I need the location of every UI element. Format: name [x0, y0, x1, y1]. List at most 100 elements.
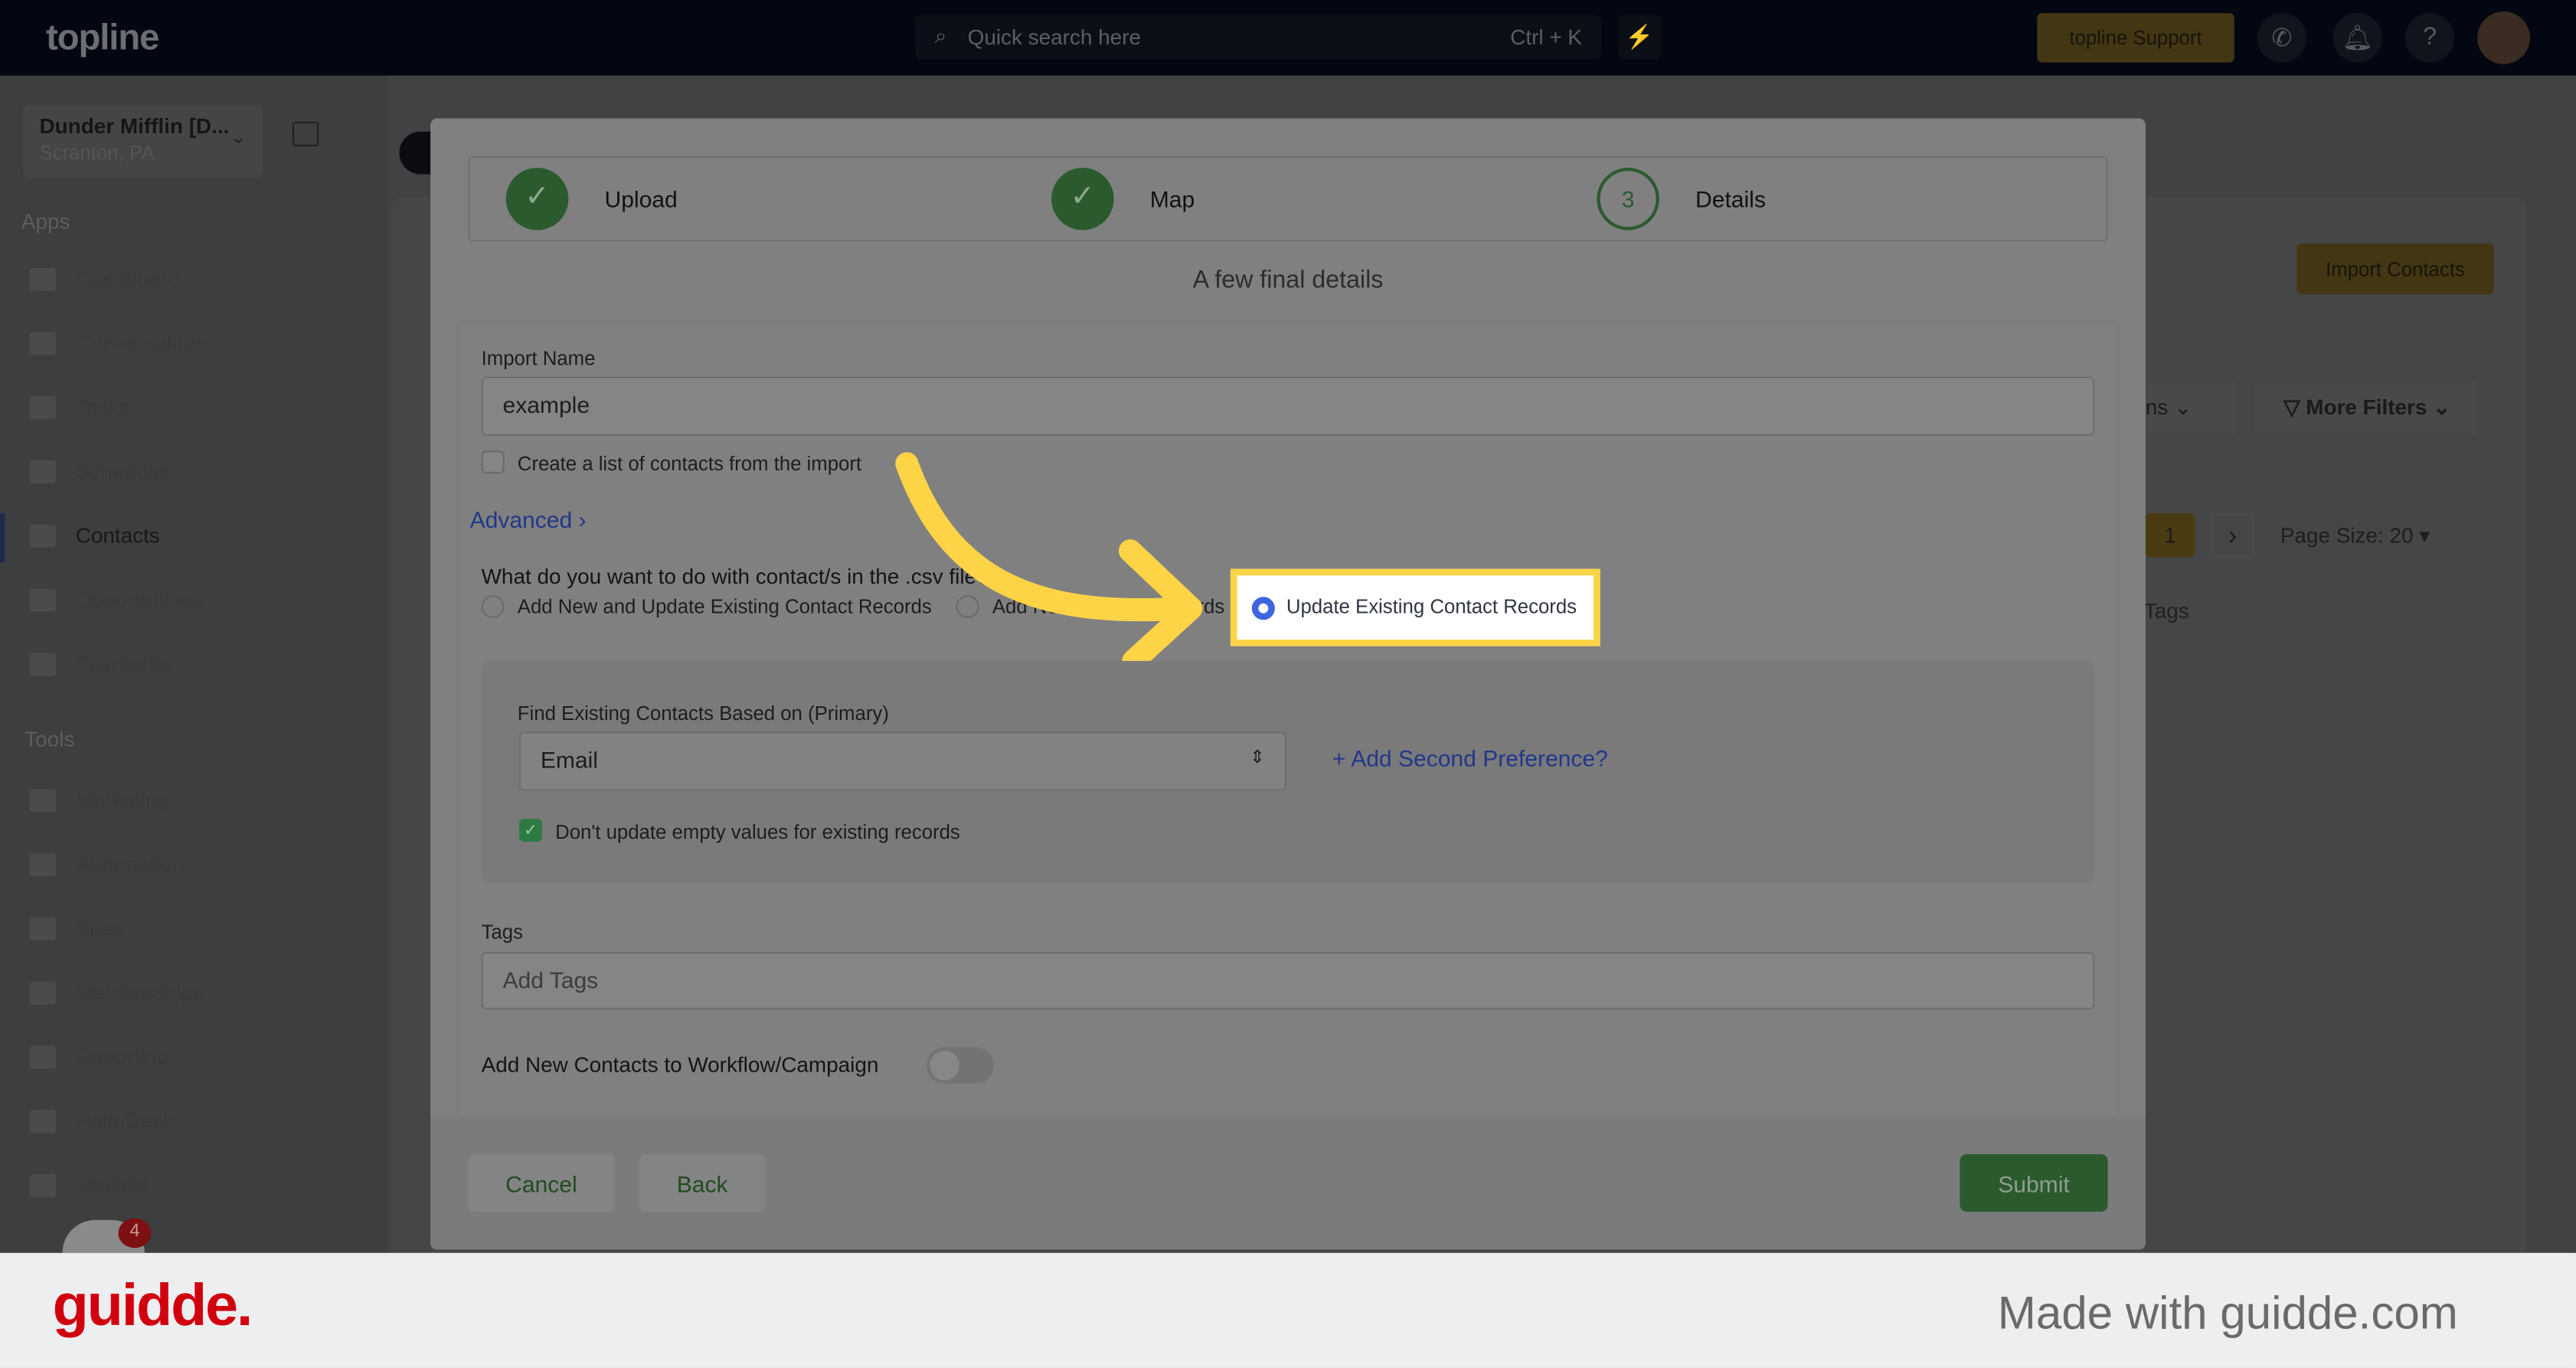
sidebar-item-conversations[interactable]: Conversations [29, 330, 212, 355]
sidebar-item-tasks[interactable]: Tasks [29, 394, 130, 420]
sidebar-item-mailfold[interactable]: Mailfold [29, 1172, 149, 1197]
sidebar-item-label: Conversations [75, 330, 212, 355]
sidebar-item-contacts[interactable]: Contacts [29, 522, 160, 548]
mailfold-icon [29, 1173, 56, 1196]
advanced-label: Advanced [469, 506, 573, 533]
sidebar-item-label: Payments [75, 651, 171, 676]
sidebar-item-reporting[interactable]: Reporting [29, 1044, 168, 1069]
search-icon: ⌕ [934, 23, 947, 48]
sidebar-item-label: Marketing [75, 787, 170, 813]
sidebar-item-marketing[interactable]: Marketing [29, 787, 170, 813]
import-name-label: Import Name [481, 346, 596, 370]
payments-icon [29, 652, 56, 676]
page-size-label: Page Size: 20 [2280, 522, 2414, 548]
workflow-toggle[interactable] [927, 1047, 994, 1084]
sidebar-item-scheduler[interactable]: Scheduler [29, 458, 172, 484]
radio-update-existing[interactable]: Update Existing Contact Records [1230, 568, 1600, 646]
search-shortcut: Ctrl + K [1510, 25, 1583, 50]
sidebar-item-label: Tasks [75, 394, 130, 420]
sites-icon [29, 916, 56, 940]
search-placeholder: Quick search here [967, 25, 1141, 50]
sidebar-item-label: Sites [75, 915, 123, 941]
find-existing-select[interactable]: Email ⇕ [518, 731, 1286, 791]
add-second-label: Add Second Preference? [1351, 745, 1608, 771]
find-existing-value: Email [540, 746, 598, 773]
chevron-down-icon[interactable]: ⌄ [230, 125, 247, 148]
contacts-icon [29, 523, 56, 547]
chevron-right-icon: › [578, 506, 587, 533]
app-logo[interactable]: topline [46, 16, 159, 59]
check-icon: ✓ [1051, 167, 1114, 231]
step-upload: Upload [604, 185, 678, 212]
page-size-select[interactable]: Page Size: 20 ▾ [2280, 523, 2430, 549]
org-location: Scranton, PA [39, 141, 155, 165]
cancel-button[interactable]: Cancel [468, 1154, 615, 1213]
step-map: Map [1149, 185, 1195, 212]
org-name: Dunder Mifflin [D... [39, 113, 230, 139]
sidebar-toggle-icon[interactable] [292, 121, 319, 147]
tasks-icon [29, 395, 56, 419]
reporting-icon [29, 1045, 56, 1069]
guidde-logo: guidde. [52, 1271, 253, 1339]
sidebar-item-label: Opportunities [75, 587, 203, 612]
arrow-annotation [895, 452, 1203, 673]
sidebar-item-label: Automation [75, 851, 184, 877]
submit-button[interactable]: Submit [1960, 1154, 2108, 1213]
import-name-input[interactable]: example [481, 376, 2095, 436]
help-desk-icon [29, 1108, 56, 1132]
more-filters-label: More Filters [2306, 394, 2427, 420]
tags-input[interactable]: Add Tags [481, 951, 2095, 1010]
back-button[interactable]: Back [639, 1154, 766, 1213]
sidebar-item-payments[interactable]: Payments [29, 651, 171, 676]
workflow-label: Add New Contacts to Workflow/Campaign [481, 1052, 879, 1078]
automation-icon [29, 853, 56, 876]
more-filters-button[interactable]: ▽ More Filters ⌄ [2254, 381, 2478, 434]
add-second-preference-link[interactable]: + Add Second Preference? [1332, 745, 1608, 771]
lightning-icon[interactable]: ⚡ [1618, 15, 1661, 60]
memberships-icon [29, 980, 56, 1004]
avatar[interactable] [2477, 11, 2530, 64]
option-update-existing-label: Update Existing Contact Records [1286, 595, 1577, 619]
sidebar-item-label: Mailfold [75, 1172, 149, 1197]
opportunities-icon [29, 587, 56, 611]
help-icon[interactable]: ? [2404, 13, 2455, 63]
made-with-text: Made with guidde.com [1997, 1287, 2458, 1339]
bell-icon[interactable]: 🔔︎ [2332, 13, 2382, 63]
sidebar-item-sites[interactable]: Sites [29, 915, 123, 941]
apps-section-label: Apps [21, 208, 70, 234]
page-1-button[interactable]: 1 [2145, 512, 2195, 558]
tags-label: Tags [481, 921, 524, 944]
conversations-icon [29, 331, 56, 355]
sidebar-item-automation[interactable]: Automation [29, 851, 184, 877]
sidebar-item-opportunities[interactable]: Opportunities [29, 587, 203, 612]
sidebar-item-label: Scheduler [75, 458, 172, 484]
select-arrows-icon: ⇕ [1250, 748, 1265, 768]
sidebar-item-label: Memberships [75, 980, 204, 1005]
tools-section-label: Tools [25, 726, 75, 751]
step-number: 3 [1597, 167, 1659, 231]
sidebar-item-label: Reporting [75, 1044, 168, 1069]
step-details: Details [1695, 185, 1766, 212]
sidebar-item-label: Help Desk [75, 1108, 175, 1134]
stepper [468, 155, 2108, 242]
next-page-icon[interactable]: › [2211, 512, 2254, 558]
find-existing-label: Find Existing Contacts Based on (Primary… [517, 702, 889, 725]
create-list-checkbox[interactable] [481, 450, 505, 474]
tags-column-header: Tags [2143, 598, 2189, 623]
scheduler-icon [29, 459, 56, 483]
radio-add-update[interactable] [481, 595, 505, 619]
phone-icon[interactable]: ✆ [2257, 13, 2307, 63]
search-input[interactable]: ⌕ Quick search here Ctrl + K [914, 15, 1602, 60]
active-indicator [0, 512, 5, 563]
modal-subtitle: A few final details [1192, 266, 1384, 295]
columns-label: ns [2145, 394, 2169, 420]
advanced-link[interactable]: Advanced › [470, 506, 587, 532]
option-add-update-label: Add New and Update Existing Contact Reco… [517, 595, 932, 619]
sidebar-item-help-desk[interactable]: Help Desk [29, 1108, 175, 1134]
support-button[interactable]: topline Support [2037, 13, 2234, 63]
dont-update-checkbox[interactable]: ✓ [518, 819, 542, 843]
sidebar-item-label: Contacts [75, 522, 160, 548]
screen: topline ⌕ Quick search here Ctrl + K ⚡ top… [0, 0, 2576, 1368]
sidebar-item-memberships[interactable]: Memberships [29, 980, 204, 1005]
columns-button[interactable]: ns ⌄ [2136, 381, 2234, 434]
